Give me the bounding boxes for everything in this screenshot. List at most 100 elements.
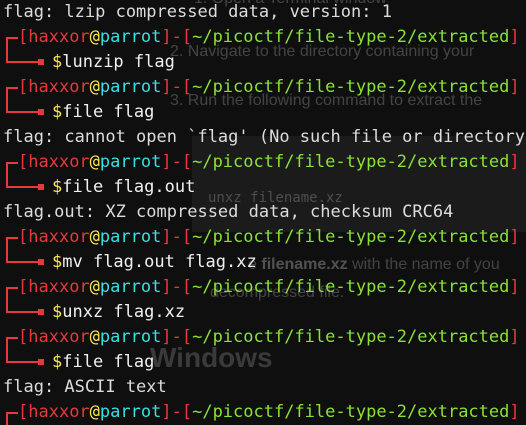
prompt-host: parrot	[99, 152, 162, 172]
prompt-path-bracket-open: [	[181, 77, 193, 97]
prompt-path-bracket-close: ]	[509, 227, 520, 247]
prompt-at: @	[89, 402, 100, 422]
prompt-corner-top	[6, 237, 18, 250]
prompt-path-bracket-close: ]	[509, 27, 520, 47]
command-text: file flag.out	[62, 177, 196, 197]
prompt-dollar: $	[52, 352, 63, 372]
prompt-command-line: $file flag	[0, 350, 526, 375]
prompt-dollar: $	[52, 102, 63, 122]
prompt-path-bracket-close: ]	[509, 402, 520, 422]
command-text: file flag	[62, 102, 155, 122]
prompt-path: ~/picoctf/file-type-2/extracted	[192, 77, 510, 97]
output-line: flag: lzip compressed data, version: 1	[3, 2, 392, 22]
prompt-command-line: $unxz flag.xz	[0, 300, 526, 325]
prompt-at: @	[89, 277, 100, 297]
prompt-corner-bottom	[6, 350, 40, 363]
prompt-host: parrot	[99, 327, 162, 347]
output-line: flag.out: XZ compressed data, checksum C…	[3, 202, 454, 222]
prompt-command-line: $file flag	[0, 100, 526, 125]
prompt-path-bracket-open: [	[181, 227, 193, 247]
prompt-arrow-icon	[38, 184, 44, 190]
prompt-dollar: $	[52, 252, 63, 272]
prompt-path-bracket-open: [	[181, 402, 193, 422]
prompt-bracket-open: [	[18, 327, 29, 347]
prompt-corner-bottom	[6, 100, 40, 113]
prompt-header: [haxxor@parrot]-[~/picoctf/file-type-2/e…	[0, 25, 526, 50]
command-text: mv flag.out flag.xz	[62, 252, 257, 272]
prompt-command-line: $lunzip flag	[0, 50, 526, 75]
prompt-bracket-close: ]	[161, 152, 172, 172]
prompt-dash: -	[171, 227, 182, 247]
command-text: lunzip flag	[62, 52, 175, 72]
prompt-path: ~/picoctf/file-type-2/extracted	[192, 152, 510, 172]
prompt-bracket-open: [	[18, 27, 29, 47]
prompt-corner-top	[6, 37, 18, 50]
prompt-arrow-icon	[38, 259, 44, 265]
prompt-corner-top	[6, 87, 18, 100]
prompt-command-line: $mv flag.out flag.xz	[0, 250, 526, 275]
prompt-bracket-close: ]	[161, 277, 172, 297]
prompt-dash: -	[171, 327, 182, 347]
prompt-bracket-open: [	[18, 402, 29, 422]
prompt-corner-top	[6, 337, 18, 350]
prompt-bracket-open: [	[18, 152, 29, 172]
prompt-path-bracket-close: ]	[509, 277, 520, 297]
prompt-user: haxxor	[28, 27, 90, 47]
prompt-bracket-close: ]	[161, 227, 172, 247]
prompt-header: [haxxor@parrot]-[~/picoctf/file-type-2/e…	[0, 225, 526, 250]
prompt-header: [haxxor@parrot]-[~/picoctf/file-type-2/e…	[0, 275, 526, 300]
output-line: flag: cannot open `flag' (No such file o…	[3, 127, 526, 147]
prompt-bracket-close: ]	[161, 27, 172, 47]
prompt-at: @	[89, 327, 100, 347]
prompt-dollar: $	[52, 302, 63, 322]
prompt-bracket-close: ]	[161, 327, 172, 347]
prompt-corner-top	[6, 287, 18, 300]
prompt-bracket-open: [	[18, 77, 29, 97]
prompt-host: parrot	[99, 227, 162, 247]
prompt-corner-bottom	[6, 175, 40, 188]
prompt-dash: -	[171, 152, 182, 172]
prompt-bracket-open: [	[18, 277, 29, 297]
command-text: unxz flag.xz	[62, 302, 186, 322]
prompt-user: haxxor	[28, 227, 90, 247]
prompt-bracket-close: ]	[161, 77, 172, 97]
output-line: flag: ASCII text	[3, 377, 167, 397]
prompt-command-line: $file flag.out	[0, 175, 526, 200]
prompt-corner-bottom	[6, 250, 40, 263]
prompt-dash: -	[171, 27, 182, 47]
prompt-corner-bottom	[6, 300, 40, 313]
prompt-path: ~/picoctf/file-type-2/extracted	[192, 227, 510, 247]
prompt-header: [haxxor@parrot]-[~/picoctf/file-type-2/e…	[0, 400, 526, 425]
prompt-corner-top	[6, 412, 18, 425]
prompt-user: haxxor	[28, 77, 90, 97]
prompt-dollar: $	[52, 177, 63, 197]
prompt-path-bracket-close: ]	[509, 152, 520, 172]
terminal-output[interactable]: flag: lzip compressed data, version: 1 [h…	[0, 0, 526, 425]
prompt-arrow-icon	[38, 109, 44, 115]
prompt-dollar: $	[52, 52, 63, 72]
prompt-dash: -	[171, 402, 182, 422]
prompt-arrow-icon	[38, 59, 44, 65]
prompt-path-bracket-open: [	[181, 327, 193, 347]
prompt-path: ~/picoctf/file-type-2/extracted	[192, 402, 510, 422]
prompt-host: parrot	[99, 27, 162, 47]
prompt-corner-bottom	[6, 50, 40, 63]
prompt-path-bracket-close: ]	[509, 77, 520, 97]
prompt-path-bracket-open: [	[181, 277, 193, 297]
prompt-path-bracket-open: [	[181, 27, 193, 47]
prompt-user: haxxor	[28, 152, 90, 172]
prompt-host: parrot	[99, 402, 162, 422]
command-text: file flag	[62, 352, 155, 372]
prompt-header: [haxxor@parrot]-[~/picoctf/file-type-2/e…	[0, 75, 526, 100]
prompt-at: @	[89, 27, 100, 47]
prompt-path-bracket-open: [	[181, 152, 193, 172]
prompt-corner-top	[6, 162, 18, 175]
prompt-arrow-icon	[38, 359, 44, 365]
prompt-at: @	[89, 77, 100, 97]
prompt-arrow-icon	[38, 309, 44, 315]
prompt-path-bracket-close: ]	[509, 327, 520, 347]
prompt-dash: -	[171, 77, 182, 97]
prompt-user: haxxor	[28, 327, 90, 347]
prompt-user: haxxor	[28, 277, 90, 297]
prompt-host: parrot	[99, 277, 162, 297]
